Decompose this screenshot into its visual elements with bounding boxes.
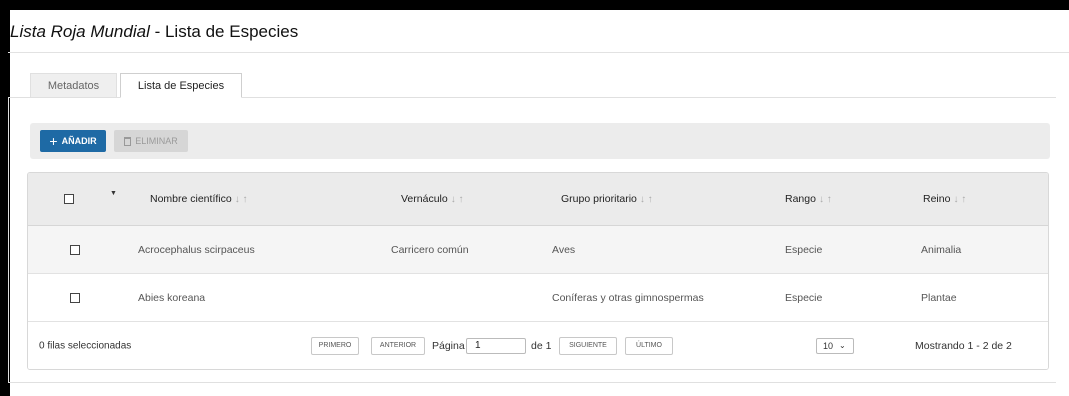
cell-grupo: Aves [552, 243, 576, 256]
pagination-bar: 0 filas seleccionadas PRIMERO ANTERIOR P… [28, 322, 1048, 369]
row-checkbox[interactable] [70, 244, 80, 255]
title-divider [8, 52, 1069, 53]
sort-icon[interactable]: ↓ ↑ [953, 194, 966, 205]
page-number-input[interactable] [466, 337, 526, 354]
page-size-select[interactable]: 10 ⌄ [816, 337, 854, 354]
add-button-label: AÑADIR [61, 136, 97, 146]
sort-icon[interactable]: ↓ ↑ [451, 194, 464, 205]
tab-metadatos[interactable]: Metadatos [30, 73, 117, 97]
cell-nombre: Acrocephalus scirpaceus [138, 243, 255, 256]
column-header-label: Grupo prioritario [561, 193, 637, 205]
prev-page-button[interactable]: ANTERIOR [371, 336, 425, 355]
cell-vernaculo: Carricero común [391, 243, 469, 256]
tab-lista-especies[interactable]: Lista de Especies [120, 73, 242, 98]
selected-count: 0 filas seleccionadas [39, 340, 132, 351]
column-header-vernaculo[interactable]: Vernáculo ↓ ↑ [401, 193, 463, 205]
column-header-label: Vernáculo [401, 193, 448, 205]
page-size-value: 10 [823, 340, 834, 351]
table-header: ▼ Nombre científico ↓ ↑ Vernáculo ↓ ↑ Grup… [28, 173, 1048, 226]
column-header-label: Nombre científico [150, 193, 232, 205]
page-title-italic: Lista Roja Mundial [10, 22, 150, 41]
column-header-reino[interactable]: Reino ↓ ↑ [923, 193, 966, 205]
cell-grupo: Coníferas y otras gimnospermas [552, 291, 704, 304]
first-page-button[interactable]: PRIMERO [311, 336, 359, 355]
column-header-label: Rango [785, 193, 816, 205]
page-title: Lista Roja Mundial - Lista de Especies [10, 22, 298, 42]
delete-button: ELIMINAR [114, 130, 188, 152]
column-header-label: Reino [923, 193, 951, 205]
trash-icon [124, 136, 132, 146]
sort-icon[interactable]: ↓ ↑ [819, 194, 832, 205]
showing-range: Mostrando 1 - 2 de 2 [915, 339, 1012, 352]
page-label: Página [432, 339, 465, 352]
cell-rango: Especie [785, 243, 823, 256]
add-button[interactable]: + AÑADIR [40, 130, 106, 152]
next-page-button[interactable]: SIGUIENTE [559, 336, 617, 355]
last-page-button[interactable]: ÚLTIMO [625, 336, 673, 355]
sort-icon[interactable]: ↓ ↑ [235, 194, 248, 205]
caret-down-icon[interactable]: ▼ [110, 190, 117, 197]
page-total-label: de 1 [531, 339, 552, 352]
cell-rango: Especie [785, 291, 823, 304]
chevron-down-icon: ⌄ [839, 341, 846, 350]
delete-button-label: ELIMINAR [135, 136, 178, 146]
column-header-rango[interactable]: Rango ↓ ↑ [785, 193, 832, 205]
table-row[interactable]: Abies koreana Coníferas y otras gimnospe… [28, 274, 1048, 322]
species-table: ▼ Nombre científico ↓ ↑ Vernáculo ↓ ↑ Grup… [27, 172, 1049, 370]
page-title-rest: - Lista de Especies [149, 22, 299, 41]
sort-icon[interactable]: ↓ ↑ [640, 194, 653, 205]
cell-nombre: Abies koreana [138, 291, 206, 304]
row-checkbox[interactable] [70, 292, 80, 303]
cell-reino: Animalia [921, 243, 962, 256]
column-header-nombre[interactable]: Nombre científico ↓ ↑ [150, 193, 247, 205]
cell-reino: Plantae [921, 291, 957, 304]
table-row[interactable]: Acrocephalus scirpaceus Carricero común … [28, 226, 1048, 274]
toolbar: + AÑADIR ELIMINAR [30, 123, 1050, 159]
column-header-grupo[interactable]: Grupo prioritario ↓ ↑ [561, 193, 653, 205]
plus-icon: + [49, 133, 58, 149]
select-all-checkbox[interactable] [64, 194, 74, 204]
